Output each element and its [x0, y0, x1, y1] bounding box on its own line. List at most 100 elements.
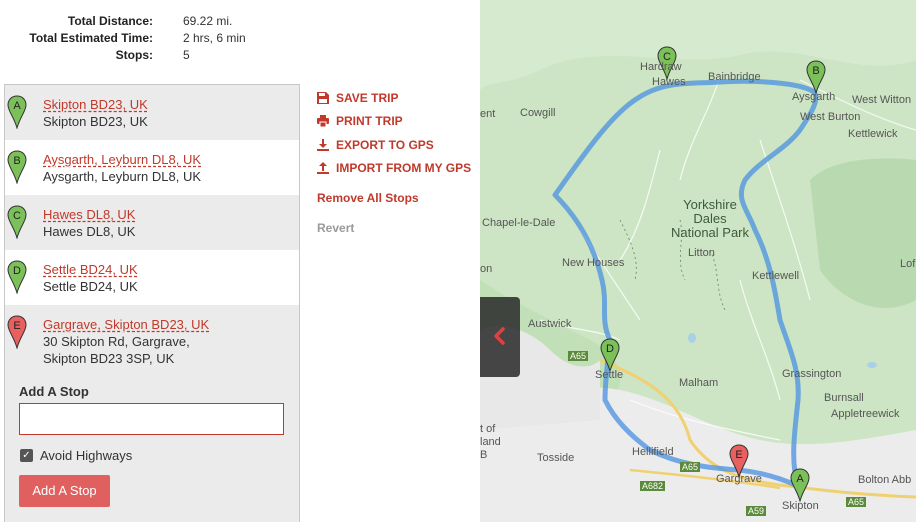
- stops-count-value: 5: [183, 47, 190, 62]
- marker-c-icon: C: [7, 205, 27, 239]
- map-label-new-houses: New Houses: [562, 257, 625, 269]
- trip-summary: Total Distance: 69.22 mi. Total Estimate…: [0, 12, 300, 63]
- total-distance-row: Total Distance: 69.22 mi.: [0, 12, 300, 29]
- map-label-on: on: [480, 263, 493, 275]
- stop-e-address-line1: 30 Skipton Rd, Gargrave,: [43, 334, 190, 349]
- total-distance-label: Total Distance:: [67, 13, 153, 28]
- trip-actions: SAVE TRIP PRINT TRIP EXPORT TO GPS IMPOR…: [317, 86, 487, 240]
- map-label-kettlewick: Kettlewick: [848, 128, 898, 140]
- stop-a-title-link[interactable]: Skipton BD23, UK: [43, 96, 299, 113]
- marker-e-letter: E: [13, 320, 20, 332]
- remove-all-stops-link[interactable]: Remove All Stops: [317, 186, 487, 210]
- map-label-a65-road-2: A65: [680, 462, 701, 472]
- map-label-aysgarth: Aysgarth: [792, 91, 836, 103]
- marker-a-icon: A: [7, 95, 27, 129]
- print-icon: [317, 115, 329, 128]
- map-label-a65-road-3: A65: [846, 497, 867, 507]
- chevron-left-icon: [494, 327, 505, 345]
- map-label-skipton: Skipton: [782, 500, 819, 512]
- stops-panel: A Skipton BD23, UK Skipton BD23, UK B Ay…: [4, 84, 300, 522]
- map-label-park-line3: National Park: [670, 225, 750, 240]
- stop-item-b[interactable]: B Aysgarth, Leyburn DL8, UK Aysgarth, Le…: [5, 140, 299, 195]
- marker-d-icon: D: [7, 260, 27, 294]
- import-gps-button[interactable]: IMPORT FROM MY GPS: [317, 157, 487, 181]
- map-label-bolton-abbey: Bolton Abb: [858, 474, 912, 486]
- download-icon: [317, 138, 329, 151]
- map-label-ent: ent: [480, 108, 496, 120]
- stop-c-title-link[interactable]: Hawes DL8, UK: [43, 206, 299, 223]
- map-label-cowgill: Cowgill: [520, 107, 556, 119]
- map-label-west-burton: West Burton: [800, 111, 861, 123]
- export-gps-button[interactable]: EXPORT TO GPS: [317, 133, 487, 157]
- save-icon: [317, 91, 329, 104]
- map-label-burnsall: Burnsall: [824, 392, 864, 404]
- route-map[interactable]: A B C D E Hardraw Hawes Bainbridge Aysga…: [480, 0, 916, 522]
- marker-e-icon: E: [7, 315, 27, 349]
- add-stop-input[interactable]: [19, 403, 284, 435]
- map-label-b: B: [480, 449, 488, 461]
- avoid-highways-checkbox[interactable]: ✓: [20, 449, 33, 462]
- map-label-a682-road: A682: [640, 481, 666, 491]
- marker-c-letter: C: [13, 210, 21, 222]
- avoid-highways-label: Avoid Highways: [40, 448, 133, 463]
- map-label-west-witton: West Witton: [852, 94, 912, 106]
- add-stop-section: Add A Stop ✓ Avoid Highways Add A Stop: [19, 384, 289, 507]
- map-label-park-line2: Dales: [693, 211, 727, 226]
- map-label-kettlewell: Kettlewell: [752, 270, 800, 282]
- add-stop-button[interactable]: Add A Stop: [19, 475, 110, 507]
- map-label-litton: Litton: [688, 247, 715, 259]
- stop-item-e[interactable]: E Gargrave, Skipton BD23, UK 30 Skipton …: [5, 305, 299, 380]
- map-label-settle: Settle: [595, 369, 624, 381]
- stops-count-label: Stops:: [115, 47, 153, 62]
- map-label-hardraw: Hardraw: [640, 61, 682, 73]
- map-label-gargrave: Gargrave: [716, 473, 762, 485]
- map-label-a65-road: A65: [568, 351, 589, 361]
- map-label-park-line1: Yorkshire: [683, 197, 737, 212]
- print-trip-label: PRINT TRIP: [336, 114, 403, 129]
- stop-item-a[interactable]: A Skipton BD23, UK Skipton BD23, UK: [5, 85, 299, 140]
- map-marker-d-letter: D: [606, 343, 614, 355]
- save-trip-button[interactable]: SAVE TRIP: [317, 86, 487, 110]
- stop-item-c[interactable]: C Hawes DL8, UK Hawes DL8, UK: [5, 195, 299, 250]
- stop-e-title-link[interactable]: Gargrave, Skipton BD23, UK: [43, 316, 299, 333]
- stop-d-title-link[interactable]: Settle BD24, UK: [43, 261, 299, 278]
- map-label-austwick: Austwick: [528, 318, 572, 330]
- map-label-national-park: Yorkshire Dales National Park: [650, 198, 770, 240]
- revert-link[interactable]: Revert: [317, 217, 487, 241]
- stops-count-row: Stops: 5: [0, 46, 300, 63]
- map-label-hellifield: Hellifield: [632, 446, 674, 458]
- export-gps-label: EXPORT TO GPS: [336, 137, 434, 152]
- marker-d-letter: D: [13, 265, 21, 277]
- stop-b-title-link[interactable]: Aysgarth, Leyburn DL8, UK: [43, 151, 299, 168]
- save-trip-label: SAVE TRIP: [336, 90, 399, 105]
- map-label-lof: Lof: [900, 258, 916, 270]
- map-label-appletreewick: Appletreewick: [831, 408, 900, 420]
- map-marker-a-letter: A: [796, 473, 804, 485]
- stop-a-address: Skipton BD23, UK: [43, 114, 148, 129]
- stop-d-address: Settle BD24, UK: [43, 279, 138, 294]
- map-canvas: A B C D E: [480, 0, 916, 522]
- stop-c-address: Hawes DL8, UK: [43, 224, 136, 239]
- map-label-malham: Malham: [679, 377, 719, 389]
- total-time-value: 2 hrs, 6 min: [183, 30, 246, 45]
- map-label-hawes: Hawes: [652, 76, 686, 88]
- map-marker-e-letter: E: [735, 449, 742, 461]
- add-stop-label: Add A Stop: [19, 384, 89, 399]
- marker-b-letter: B: [13, 155, 20, 167]
- map-label-grassington: Grassington: [782, 368, 842, 380]
- marker-a-letter: A: [13, 100, 21, 112]
- marker-b-icon: B: [7, 150, 27, 184]
- total-time-label: Total Estimated Time:: [29, 30, 153, 45]
- map-label-chapel-le-dale: Chapel-le-Dale: [482, 217, 556, 229]
- total-distance-value: 69.22 mi.: [183, 13, 233, 28]
- map-label-t-of: t of: [480, 423, 496, 435]
- map-label-bainbridge: Bainbridge: [708, 71, 761, 83]
- collapse-panel-button[interactable]: [480, 297, 520, 377]
- stop-e-address-line2: Skipton BD23 3SP, UK: [43, 351, 175, 366]
- map-label-tosside: Tosside: [537, 452, 575, 464]
- stop-item-d[interactable]: D Settle BD24, UK Settle BD24, UK: [5, 250, 299, 305]
- stop-b-address: Aysgarth, Leyburn DL8, UK: [43, 169, 202, 184]
- avoid-highways-row[interactable]: ✓ Avoid Highways: [19, 448, 289, 463]
- print-trip-button[interactable]: PRINT TRIP: [317, 110, 487, 134]
- upload-icon: [317, 162, 329, 175]
